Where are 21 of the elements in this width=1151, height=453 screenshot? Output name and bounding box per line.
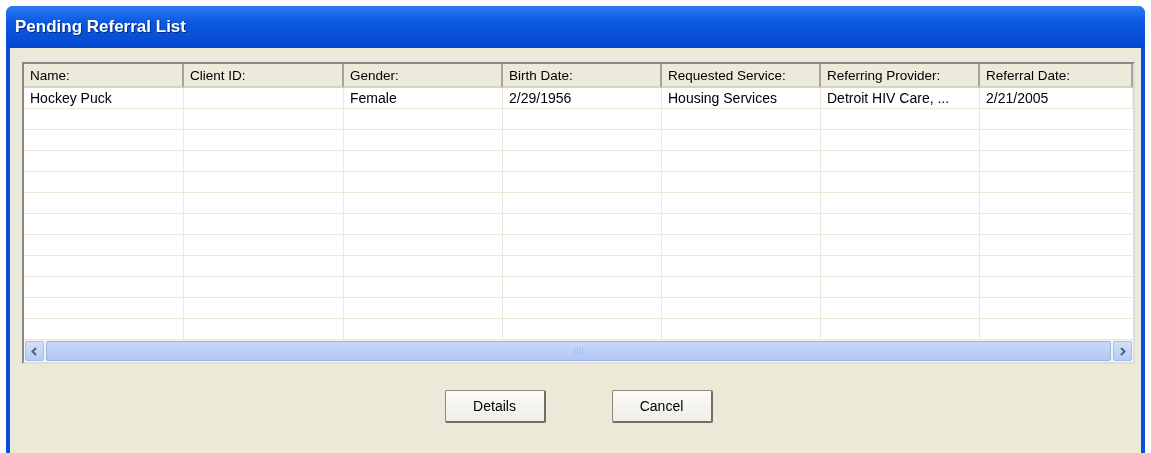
dialog-button[interactable]: Cancel xyxy=(611,390,713,423)
scroll-right-button[interactable] xyxy=(1113,341,1132,361)
grip-icon xyxy=(573,347,584,355)
table-cell: 2/29/1956 xyxy=(503,88,662,109)
table-cell: Housing Services xyxy=(662,88,821,109)
column-header[interactable]: Client ID: xyxy=(184,64,344,88)
chevron-right-icon xyxy=(1118,346,1127,356)
column-header[interactable]: Requested Service: xyxy=(662,64,821,88)
table-cell: Female xyxy=(344,88,503,109)
dialog-button[interactable]: Details xyxy=(444,390,546,423)
column-header[interactable]: Gender: xyxy=(344,64,503,88)
scroll-left-button[interactable] xyxy=(25,341,44,361)
column-header[interactable]: Referring Provider: xyxy=(821,64,980,88)
table-cell: Detroit HIV Care, ... xyxy=(821,88,980,109)
table-cell: Hockey Puck xyxy=(24,88,184,109)
column-header[interactable]: Birth Date: xyxy=(503,64,662,88)
window-title: Pending Referral List xyxy=(15,17,186,37)
chevron-left-icon xyxy=(30,346,39,356)
column-header[interactable]: Referral Date: xyxy=(980,64,1133,88)
table-cell: 2/21/2005 xyxy=(980,88,1133,109)
column-header[interactable]: Name: xyxy=(24,64,184,88)
